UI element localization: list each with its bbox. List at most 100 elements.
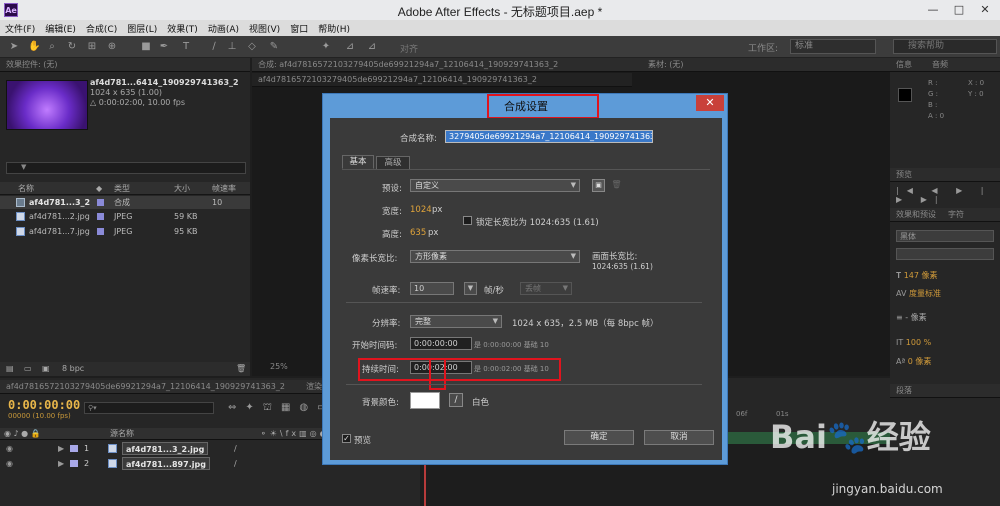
window-close-button[interactable]: ✕ <box>974 2 996 18</box>
pen-tool-icon[interactable]: ✒ <box>158 41 170 53</box>
effect-controls-tab[interactable]: 效果控件: (无) <box>0 58 250 72</box>
preview-tab[interactable]: 预览 <box>890 168 1000 182</box>
pixel-aspect-dropdown[interactable]: 方形像素 ▼ <box>410 250 580 263</box>
comp-name-input[interactable]: 3279405de69921294a7_12106414_19092974136… <box>445 130 653 143</box>
local-axis-icon[interactable]: ⊿ <box>344 41 356 53</box>
eye-icon[interactable]: ◉ <box>6 456 13 471</box>
layer-name[interactable]: af4d781...897.jpg <box>122 457 210 470</box>
puppet-tool-icon[interactable]: ✦ <box>320 41 332 53</box>
preview-checkbox[interactable]: ✓ <box>342 434 351 443</box>
project-item-comp[interactable]: af4d781...3_2 合成 10 <box>0 196 250 209</box>
fps-input[interactable]: 10 <box>410 282 454 295</box>
height-unit: px <box>428 228 439 238</box>
zoom-dropdown[interactable]: 25% <box>270 362 288 371</box>
height-value[interactable]: 635 <box>410 228 426 238</box>
col-type[interactable]: 类型 <box>114 182 130 195</box>
vertical-scale-value[interactable]: IT 100 % <box>896 338 931 347</box>
dialog-body: 合成名称: 3279405de69921294a7_12106414_19092… <box>330 118 722 460</box>
effects-presets-tab[interactable]: 效果和预设 字符 <box>890 208 1000 222</box>
tab-basic[interactable]: 基本 <box>342 155 374 169</box>
delete-preset-icon[interactable]: 🗑 <box>610 179 623 192</box>
project-item-jpeg-2[interactable]: af4d781...7.jpg JPEG 95 KB <box>0 225 250 238</box>
timeline-tab[interactable]: af4d7816572103279405de69921294a7_1210641… <box>0 380 300 394</box>
timeline-search-input[interactable]: ⚲▾ <box>84 402 214 414</box>
resolution-dropdown[interactable]: 完整 ▼ <box>410 315 502 328</box>
current-time-display[interactable]: 0:00:00:00 <box>8 398 80 412</box>
new-folder-icon[interactable]: ▭ <box>24 362 32 376</box>
save-preset-icon[interactable]: ▣ <box>592 179 605 192</box>
ok-button[interactable]: 确定 <box>564 430 634 445</box>
cancel-button[interactable]: 取消 <box>644 430 714 445</box>
trash-icon[interactable]: 🗑 <box>236 362 246 376</box>
preview-label: 预览 <box>354 436 372 446</box>
col-size[interactable]: 大小 <box>174 182 190 195</box>
menu-animation[interactable]: 动画(A) <box>203 20 244 37</box>
slash-icon[interactable]: ∕ <box>234 456 237 471</box>
font-size-value[interactable]: 𝐓 147 像素 <box>896 270 938 281</box>
menu-help[interactable]: 帮助(H) <box>313 20 355 37</box>
col-fps[interactable]: 帧速率 <box>212 182 236 195</box>
layer-label-swatch[interactable] <box>70 445 78 452</box>
eraser-tool-icon[interactable]: ◇ <box>246 41 258 53</box>
project-item-jpeg-1[interactable]: af4d781...2.jpg JPEG 59 KB <box>0 210 250 223</box>
info-tab[interactable]: 信息 音频 <box>890 58 1000 72</box>
font-style-dropdown[interactable] <box>896 248 994 260</box>
kerning-value[interactable]: AV 度量标准 <box>896 288 941 299</box>
menu-edit[interactable]: 编辑(E) <box>40 20 81 37</box>
expand-icon[interactable]: ▶ <box>58 456 64 471</box>
stroke-width-value[interactable]: ≡ - 像素 <box>896 312 927 323</box>
pan-behind-tool-icon[interactable]: ⊕ <box>106 41 118 53</box>
dialog-close-button[interactable]: ✕ <box>696 95 724 111</box>
start-timecode-input[interactable]: 0:00:00:00 <box>410 337 472 350</box>
camera-tool-icon[interactable]: ⊞ <box>86 41 98 53</box>
project-search-input[interactable]: ▼ <box>6 162 246 174</box>
workspace-dropdown[interactable]: 标准 <box>790 39 876 54</box>
eye-icon[interactable]: ◉ <box>6 441 13 456</box>
col-name[interactable]: 名称 <box>18 182 34 195</box>
menu-view[interactable]: 视图(V) <box>244 20 285 37</box>
zoom-tool-icon[interactable]: ⌕ <box>46 41 58 53</box>
timeline-switches[interactable]: ⇔✦⛫▦◍▭ <box>228 402 336 415</box>
menu-layer[interactable]: 图层(L) <box>122 20 162 37</box>
layer-name[interactable]: af4d781...3_2.jpg <box>122 442 209 455</box>
interpret-footage-icon[interactable]: ▤ <box>6 362 14 376</box>
menu-effect[interactable]: 效果(T) <box>162 20 203 37</box>
preset-dropdown[interactable]: 自定义 ▼ <box>410 179 580 192</box>
rotate-tool-icon[interactable]: ↻ <box>66 41 78 53</box>
paragraph-tab[interactable]: 段落 <box>890 384 1000 398</box>
footage-tab[interactable]: 素材: (无) <box>632 58 890 72</box>
search-dropdown-icon[interactable]: ▼ <box>21 163 26 171</box>
slash-icon[interactable]: ∕ <box>234 441 237 456</box>
help-search-input[interactable]: 搜索帮助 <box>893 39 997 54</box>
lock-aspect-checkbox[interactable] <box>463 216 472 225</box>
menu-file[interactable]: 文件(F) <box>0 20 40 37</box>
layer-label-swatch[interactable] <box>70 460 78 467</box>
minimize-button[interactable]: — <box>922 2 944 18</box>
new-comp-icon[interactable]: ▣ <box>42 362 50 376</box>
fps-dropdown-icon[interactable]: ▼ <box>464 282 477 295</box>
rectangle-tool-icon[interactable]: ■ <box>140 41 152 53</box>
menu-composition[interactable]: 合成(C) <box>81 20 122 37</box>
eyedropper-icon[interactable]: ∕ <box>449 393 463 407</box>
bg-color-swatch[interactable] <box>410 392 440 409</box>
selection-tool-icon[interactable]: ➤ <box>8 41 20 53</box>
expand-icon[interactable]: ▶ <box>58 441 64 456</box>
menu-window[interactable]: 窗口 <box>285 20 313 37</box>
composition-tab[interactable]: 合成: af4d7816572103279405de69921294a7_121… <box>252 58 632 72</box>
roto-tool-icon[interactable]: ✎ <box>268 41 280 53</box>
col-source-name[interactable]: 源名称 <box>110 428 134 440</box>
text-tool-icon[interactable]: T <box>180 41 192 53</box>
tab-advanced[interactable]: 高级 <box>376 156 410 170</box>
composition-subtab[interactable]: af4d7816572103279405de69921294a7_1210641… <box>252 73 632 87</box>
snap-toggle[interactable]: 对齐 <box>400 42 418 55</box>
bpc-toggle[interactable]: 8 bpc <box>62 362 84 376</box>
preview-controls[interactable]: |◀ ◀ ▶ |▶ ▶| <box>896 186 1000 204</box>
maximize-button[interactable]: □ <box>948 2 970 18</box>
font-family-dropdown[interactable]: 黑体 <box>896 230 994 242</box>
baseline-shift-value[interactable]: Aª 0 像素 <box>896 356 931 367</box>
brush-tool-icon[interactable]: ∕ <box>208 41 220 53</box>
clone-tool-icon[interactable]: ⊥ <box>226 41 238 53</box>
width-value[interactable]: 1024 <box>410 205 432 215</box>
world-axis-icon[interactable]: ⊿ <box>366 41 378 53</box>
hand-tool-icon[interactable]: ✋ <box>28 41 40 53</box>
